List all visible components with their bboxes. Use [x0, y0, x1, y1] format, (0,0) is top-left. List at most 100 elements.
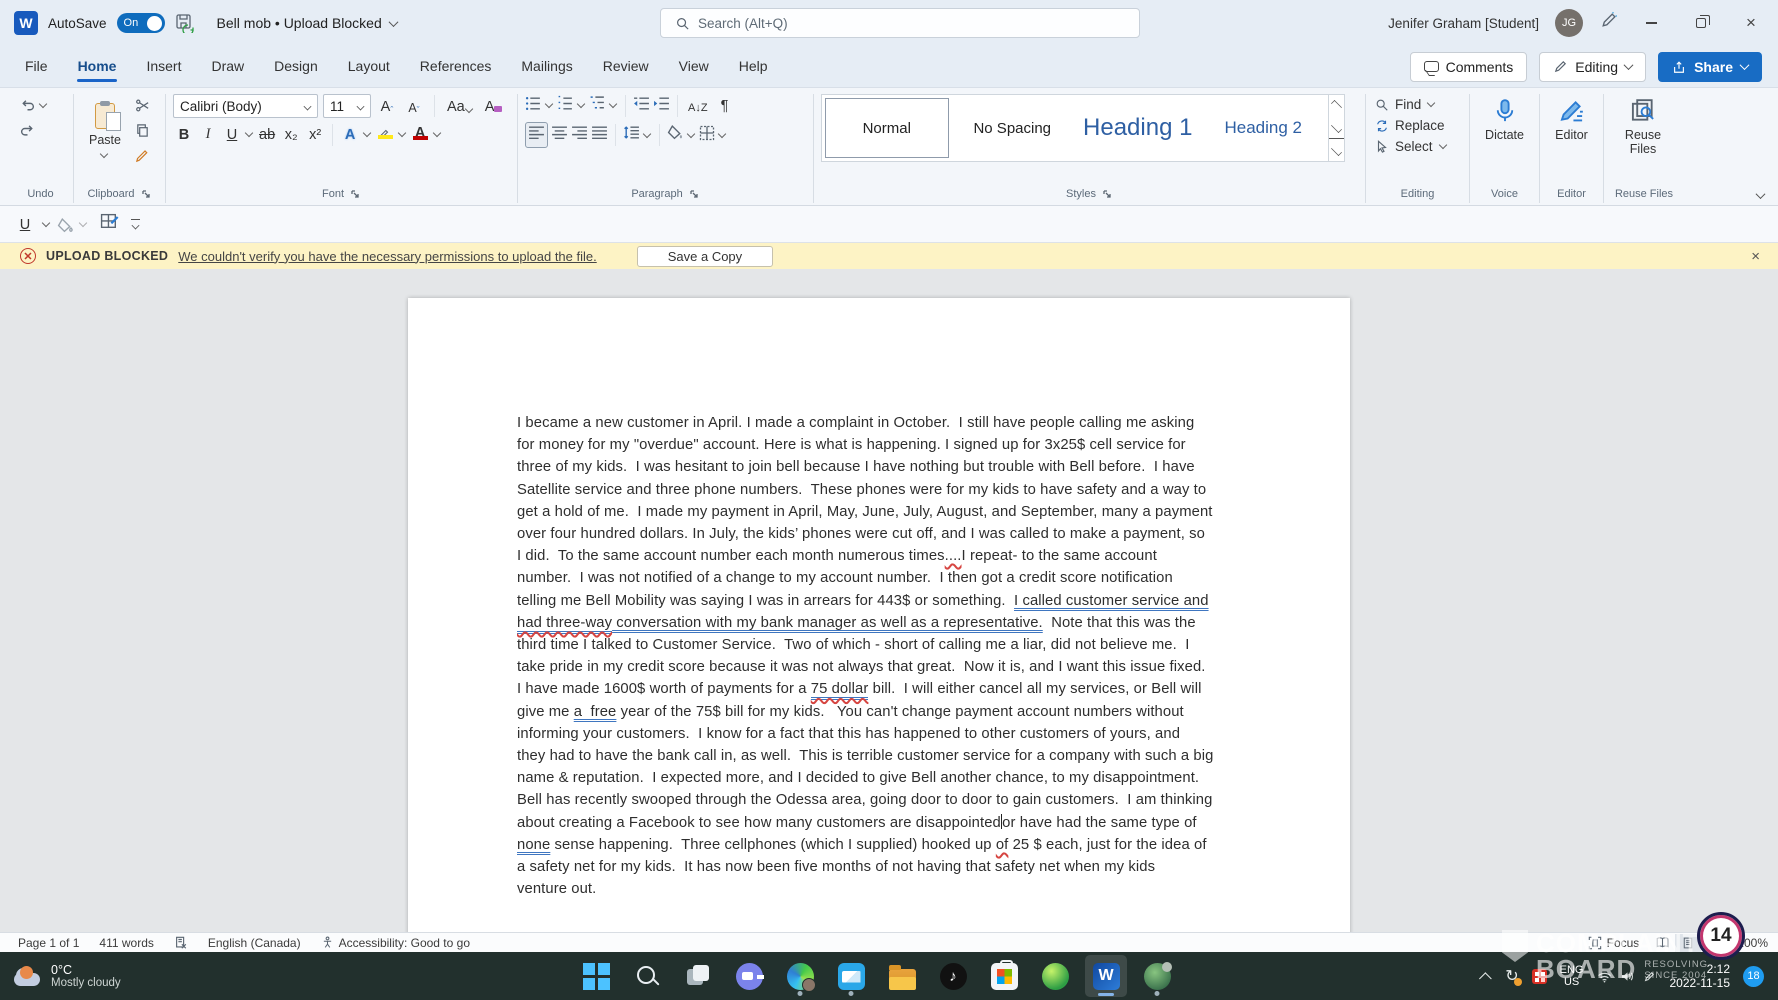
highlight-options[interactable] [398, 129, 406, 137]
wifi-icon[interactable] [1597, 970, 1612, 983]
save-a-copy-button[interactable]: Save a Copy [637, 246, 773, 267]
numbered-list-options[interactable] [577, 100, 585, 108]
taskbar-icon-file-explorer[interactable] [881, 955, 923, 997]
font-color-options[interactable] [433, 129, 441, 137]
tab-draw[interactable]: Draw [198, 50, 257, 84]
tab-design[interactable]: Design [261, 50, 331, 84]
font-color-button[interactable]: A [409, 123, 431, 146]
clipboard-dialog-launcher[interactable] [141, 189, 152, 200]
qat-shading-button[interactable] [57, 218, 73, 231]
shading-options[interactable] [687, 129, 695, 137]
tab-layout[interactable]: Layout [335, 50, 403, 84]
styles-scroll-down[interactable] [1329, 117, 1344, 139]
paste-button[interactable]: Paste [81, 99, 129, 164]
document-line[interactable]: give me a free year of the 75$ bill for … [517, 701, 1268, 723]
tab-mailings[interactable]: Mailings [508, 50, 585, 84]
document-line[interactable]: had three-way conversation with my bank … [517, 612, 1268, 634]
shading-button[interactable] [667, 125, 684, 145]
minimize-button[interactable] [1634, 8, 1668, 38]
grow-font-button[interactable]: Aˆ [376, 95, 398, 118]
taskbar-icon-task-view[interactable] [677, 955, 719, 997]
qat-shading-options[interactable] [79, 218, 87, 226]
tab-file[interactable]: File [12, 50, 61, 84]
redo-button[interactable] [15, 117, 66, 140]
font-size-combo[interactable]: 11 [323, 94, 371, 118]
align-center-button[interactable] [551, 125, 568, 145]
taskbar-icon-search[interactable] [626, 955, 668, 997]
document-line[interactable]: take pride in my credit score because it… [517, 656, 1268, 678]
text-effects-button[interactable]: A [339, 123, 361, 146]
restore-button[interactable] [1684, 8, 1718, 38]
word-logo-icon[interactable]: W [14, 11, 38, 35]
sync-tray-icon[interactable]: ↻ [1505, 966, 1518, 986]
taskbar-icon-store[interactable] [983, 955, 1025, 997]
tab-home[interactable]: Home [65, 50, 130, 84]
document-line[interactable]: informing your customers. I know for a f… [517, 723, 1268, 745]
tab-insert[interactable]: Insert [133, 50, 194, 84]
reuse-files-button[interactable]: Reuse Files [1611, 94, 1675, 160]
tab-review[interactable]: Review [590, 50, 662, 84]
ink-pen-icon[interactable] [1599, 11, 1618, 35]
multilevel-list-button[interactable] [589, 95, 606, 117]
underline-options[interactable] [245, 129, 253, 137]
pen-tray-icon[interactable] [1643, 970, 1657, 983]
replace-button[interactable]: Replace [1373, 115, 1462, 136]
close-button[interactable]: × [1734, 8, 1768, 38]
document-line[interactable]: get a hold of me. I made my payment in A… [517, 501, 1268, 523]
document-line[interactable]: three of my kids. I was hesitant to join… [517, 456, 1268, 478]
font-dialog-launcher[interactable] [350, 189, 361, 200]
superscript-button[interactable]: x² [304, 123, 326, 146]
undo-button[interactable] [15, 94, 66, 117]
subscript-button[interactable]: x₂ [280, 123, 302, 146]
tray-overflow-chevron[interactable] [1479, 972, 1492, 985]
clear-formatting-button[interactable]: A [482, 95, 506, 118]
document-line[interactable]: I did. To the same account number each m… [517, 545, 1268, 567]
language-indicator[interactable]: English (Canada) [198, 933, 311, 952]
document-line[interactable]: I became a new customer in April. I made… [517, 412, 1268, 434]
autosave-toggle[interactable]: On [117, 13, 165, 33]
qat-overflow-button[interactable] [125, 219, 146, 229]
word-count[interactable]: 411 words [89, 933, 163, 952]
document-text[interactable]: I became a new customer in April. I made… [408, 298, 1268, 900]
clock[interactable]: 2:12 2022-11-15 [1670, 962, 1731, 990]
document-line[interactable]: Bell has recently swooped through the Od… [517, 789, 1268, 811]
borders-button[interactable] [699, 125, 715, 146]
text-effects-options[interactable] [363, 129, 371, 137]
notification-count-badge[interactable]: 18 [1743, 966, 1764, 987]
focus-mode-button[interactable]: Focus [1578, 936, 1650, 950]
highlight-button[interactable] [374, 123, 396, 146]
style-no-spacing[interactable]: No Spacing [951, 98, 1075, 158]
cut-button[interactable] [135, 98, 150, 118]
document-line[interactable]: none sense happening. Three cellphones (… [517, 834, 1268, 856]
align-left-button[interactable] [525, 122, 548, 148]
document-line[interactable]: name & reputation. I expected more, and … [517, 767, 1268, 789]
taskbar-icon-mail[interactable] [830, 955, 872, 997]
change-case-button[interactable]: Aa [444, 95, 477, 118]
tab-references[interactable]: References [407, 50, 505, 84]
line-spacing-options[interactable] [643, 129, 651, 137]
share-button[interactable]: Share [1658, 52, 1762, 82]
weather-widget[interactable]: 0°C Mostly cloudy [0, 963, 200, 990]
document-line[interactable]: over four hundred dollars. In July, the … [517, 523, 1268, 545]
increase-indent-button[interactable] [653, 95, 670, 117]
save-icon[interactable] [175, 13, 195, 33]
tab-view[interactable]: View [666, 50, 722, 84]
bullet-list-button[interactable] [525, 95, 542, 117]
multilevel-list-options[interactable] [609, 100, 617, 108]
style-normal[interactable]: Normal [825, 98, 949, 158]
decrease-indent-button[interactable] [633, 95, 650, 117]
proofing-errors-icon[interactable] [164, 933, 198, 952]
document-line[interactable]: about creating a Facebook to see how man… [517, 812, 1268, 834]
font-name-combo[interactable]: Calibri (Body) [173, 94, 318, 118]
page-indicator[interactable]: Page 1 of 1 [8, 933, 89, 952]
editor-button[interactable]: Editor [1547, 94, 1596, 146]
find-button[interactable]: Find [1373, 94, 1462, 115]
underline-button[interactable]: U [221, 123, 243, 146]
accessibility-status[interactable]: Accessibility: Good to go [311, 933, 480, 952]
avatar[interactable]: JG [1555, 9, 1583, 37]
document-line[interactable]: venture out. [517, 878, 1268, 900]
style-heading-2[interactable]: Heading 2 [1202, 98, 1326, 158]
taskbar-icon-chat[interactable] [728, 955, 770, 997]
taskbar-icon-settings-green[interactable] [1136, 955, 1178, 997]
select-button[interactable]: Select [1373, 136, 1462, 157]
